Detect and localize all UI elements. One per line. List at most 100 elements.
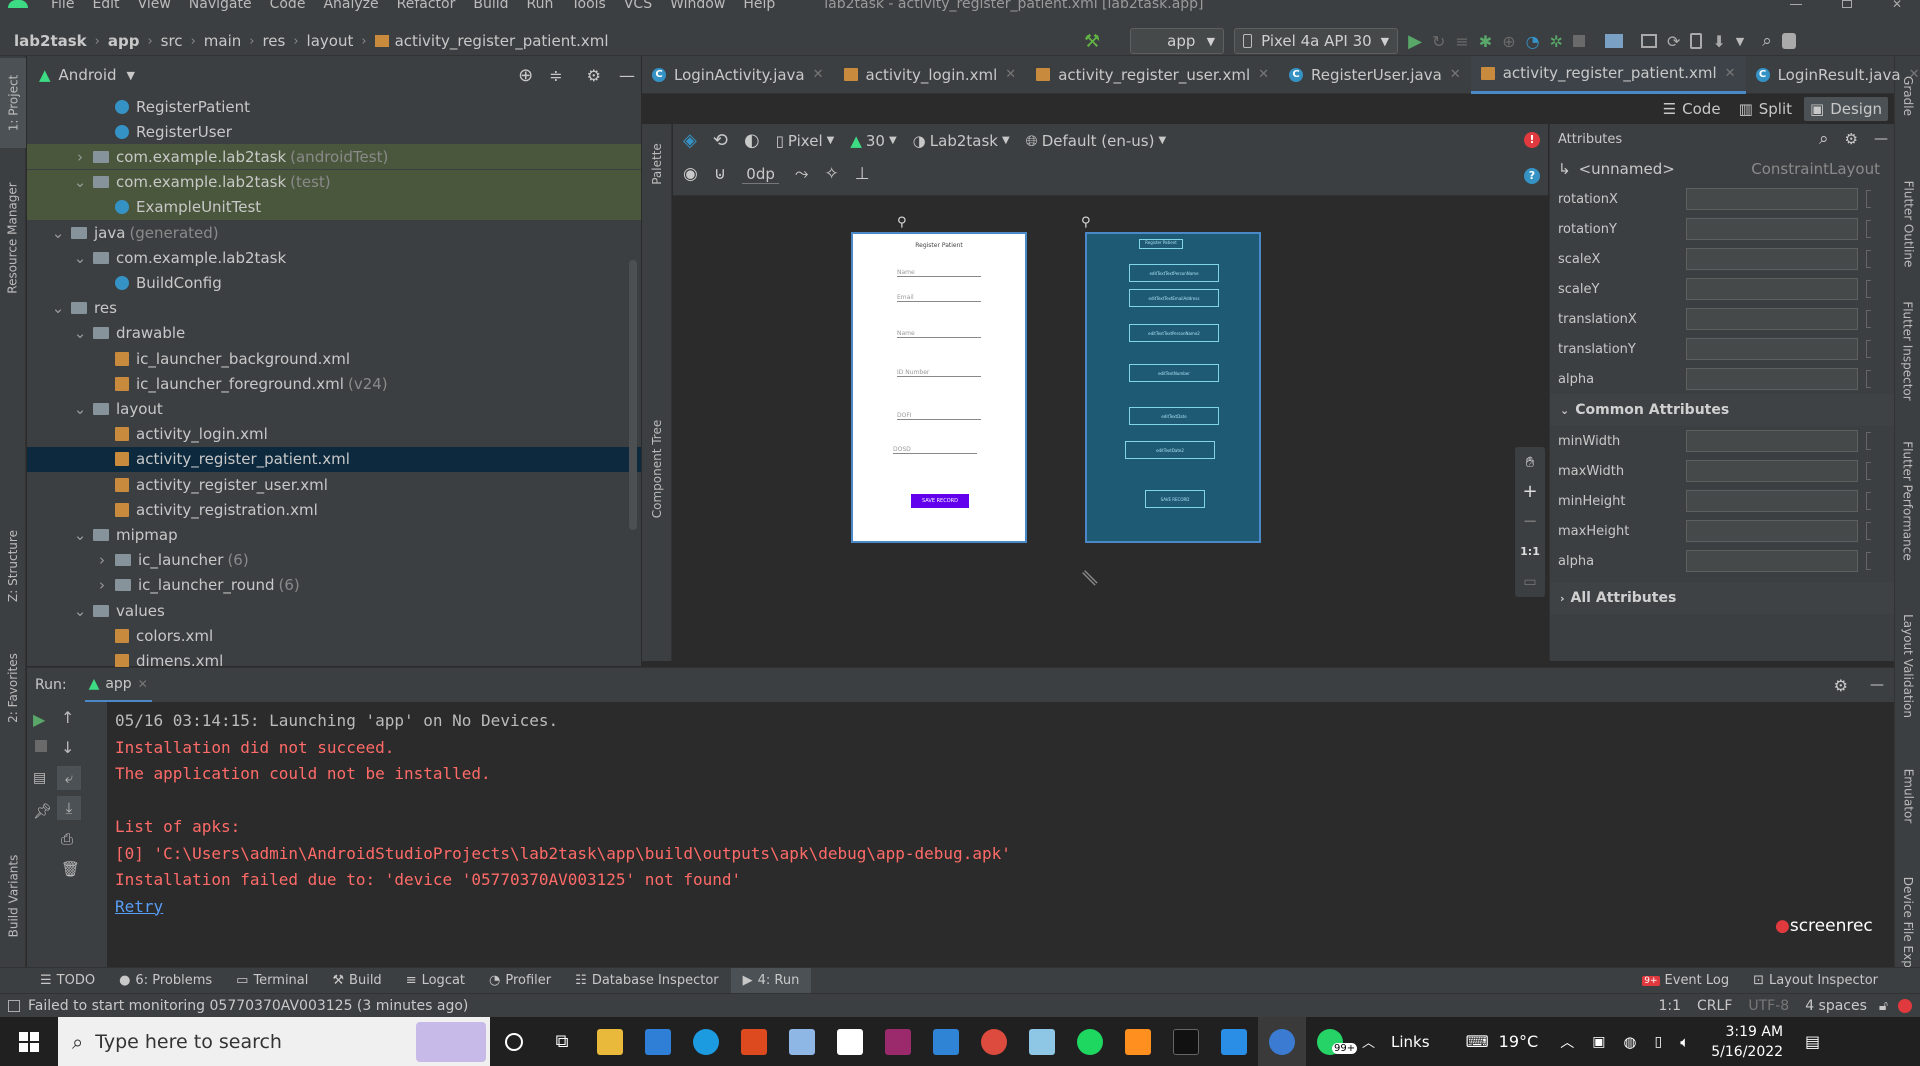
- error-indicator-icon[interactable]: [1898, 998, 1912, 1013]
- volume-icon[interactable]: 🔈︎: [1680, 1033, 1689, 1051]
- attribute-value-field[interactable]: [1686, 218, 1858, 240]
- emulator-tool-tab[interactable]: Emulator: [1895, 746, 1920, 846]
- magic-wand-icon[interactable]: ✧: [825, 164, 839, 184]
- caret-position[interactable]: 1:1: [1658, 998, 1681, 1014]
- tree-item[interactable]: › ic_launcher (6): [27, 548, 641, 573]
- device-select[interactable]: Pixel 4a API 30 ▼: [1234, 28, 1399, 54]
- debug-bug-icon[interactable]: ✱: [1479, 32, 1492, 51]
- api-level-select[interactable]: ▲ 30 ▼: [850, 132, 896, 150]
- attribute-value-field[interactable]: [1686, 338, 1858, 360]
- split-mode-button[interactable]: ▥ Split: [1733, 97, 1798, 121]
- attribute-value-field[interactable]: [1686, 248, 1858, 270]
- tree-item[interactable]: ExampleUnitTest: [27, 194, 641, 220]
- editor-tab[interactable]: C LoginActivity.java ✕: [642, 56, 834, 94]
- menu-code[interactable]: Code: [261, 0, 315, 11]
- sdk-manager-icon[interactable]: ⬇: [1712, 32, 1725, 51]
- line-separator[interactable]: CRLF: [1697, 998, 1732, 1014]
- indent-setting[interactable]: 4 spaces: [1805, 998, 1867, 1014]
- device-preview-select[interactable]: ▯ Pixel ▼: [776, 132, 835, 150]
- tree-item[interactable]: ⌄ com.example.lab2task (test): [27, 169, 641, 195]
- zoom-out-icon[interactable]: −: [1515, 507, 1545, 537]
- globe-icon[interactable]: ◍: [1623, 1033, 1636, 1051]
- breadcrumb-main[interactable]: main: [204, 32, 241, 50]
- terminal-tab[interactable]: ▭ Terminal: [224, 973, 320, 988]
- soft-wrap-icon[interactable]: ⤶: [57, 766, 81, 790]
- account-icon[interactable]: [1781, 33, 1796, 49]
- avd-manager-icon[interactable]: [1690, 33, 1703, 49]
- file-encoding[interactable]: UTF-8: [1748, 998, 1789, 1014]
- collapse-all-icon[interactable]: ≑: [549, 66, 562, 85]
- terminal-app-icon[interactable]: [1162, 1017, 1210, 1066]
- resource-picker-icon[interactable]: [1866, 432, 1871, 450]
- office-icon[interactable]: [730, 1017, 778, 1066]
- resource-manager-tool-tab[interactable]: Resource Manager: [0, 168, 26, 308]
- resize-handle-icon[interactable]: ∥: [1079, 567, 1100, 588]
- resource-picker-icon[interactable]: [1866, 280, 1871, 298]
- chevron-right-icon[interactable]: ›: [73, 148, 87, 166]
- zoom-in-icon[interactable]: +: [1515, 477, 1545, 507]
- sublime-icon[interactable]: [1114, 1017, 1162, 1066]
- breadcrumb-src[interactable]: src: [161, 32, 183, 50]
- chevron-down-icon[interactable]: ⌄: [73, 602, 87, 620]
- zoom-actual-size-button[interactable]: 1:1: [1515, 537, 1545, 567]
- debug-attach-icon[interactable]: ✲: [1550, 32, 1563, 51]
- tree-item[interactable]: RegisterPatient: [27, 94, 641, 119]
- print-icon[interactable]: ⎙: [61, 830, 73, 848]
- hide-panel-icon[interactable]: —: [1870, 677, 1884, 693]
- close-icon[interactable]: ✕: [138, 677, 148, 691]
- error-badge-icon[interactable]: !: [1524, 132, 1540, 148]
- project-tool-tab[interactable]: 1: Project: [0, 58, 26, 148]
- tree-item[interactable]: colors.xml: [27, 623, 641, 648]
- close-icon[interactable]: ✕: [1909, 67, 1920, 82]
- rerun-play-icon[interactable]: ▶: [33, 710, 45, 729]
- file-explorer-icon[interactable]: [586, 1017, 634, 1066]
- status-message[interactable]: Failed to start monitoring 05770370AV003…: [28, 998, 468, 1014]
- device-manager-icon[interactable]: [1604, 34, 1623, 48]
- attribute-value-field[interactable]: [1686, 550, 1858, 572]
- run-tab[interactable]: ▶ 4: Run: [730, 968, 812, 993]
- guidelines-icon[interactable]: ⊥: [855, 164, 870, 184]
- build-tab[interactable]: ⚒ Build: [320, 973, 393, 988]
- task-view-icon[interactable]: ⧉: [538, 1017, 586, 1066]
- clock[interactable]: 3:19 AM 5/16/2022: [1711, 1022, 1783, 1062]
- lock-icon[interactable]: 🔓︎: [1879, 998, 1888, 1014]
- tree-item[interactable]: activity_registration.xml: [27, 497, 641, 522]
- vscode-icon[interactable]: [1210, 1017, 1258, 1066]
- design-mode-button[interactable]: ▣ Design: [1804, 97, 1888, 121]
- tree-item[interactable]: › com.example.lab2task (androidTest): [27, 144, 641, 170]
- apply-changes-icon[interactable]: ≡: [1455, 32, 1468, 51]
- scroll-to-end-icon[interactable]: ⤓: [57, 796, 81, 820]
- taskbar-search[interactable]: ⌕ Type here to search: [58, 1017, 490, 1066]
- menu-navigate[interactable]: Navigate: [180, 0, 261, 11]
- battery-icon[interactable]: ▯: [1655, 1034, 1663, 1050]
- attribute-value-field[interactable]: [1686, 460, 1858, 482]
- breadcrumb-res[interactable]: res: [262, 32, 285, 50]
- resource-picker-icon[interactable]: [1866, 370, 1871, 388]
- favorites-tool-tab[interactable]: 2: Favorites: [0, 628, 26, 748]
- tree-item[interactable]: ⌄ mipmap: [27, 522, 641, 547]
- stop-icon[interactable]: [35, 740, 47, 752]
- attribute-value-field[interactable]: [1686, 490, 1858, 512]
- attribute-value-field[interactable]: [1686, 188, 1858, 210]
- editor-tab[interactable]: activity_login.xml ✕: [834, 56, 1027, 94]
- rerun-icon[interactable]: ↻: [1432, 32, 1445, 51]
- pin-tab-icon[interactable]: 📌︎: [33, 802, 52, 820]
- gear-icon[interactable]: ⚙: [1834, 676, 1848, 695]
- resource-picker-icon[interactable]: [1866, 552, 1871, 570]
- store-icon[interactable]: [826, 1017, 874, 1066]
- project-scrollbar[interactable]: [629, 260, 637, 530]
- event-log-tab[interactable]: 9+ Event Log: [1630, 973, 1741, 988]
- minimize-window-icon[interactable]: [1789, 3, 1802, 5]
- menu-run[interactable]: Run: [518, 0, 563, 11]
- editor-tab[interactable]: activity_register_user.xml ✕: [1026, 56, 1279, 94]
- layout-validation-tool-tab[interactable]: Layout Validation: [1895, 596, 1920, 736]
- resource-picker-icon[interactable]: [1866, 250, 1871, 268]
- chevron-down-icon[interactable]: ⌄: [73, 400, 87, 418]
- chevron-right-icon[interactable]: ›: [95, 551, 109, 569]
- phone-preview[interactable]: Register Patient Name Email Name ID Numb…: [851, 232, 1027, 543]
- chevron-right-icon[interactable]: ›: [95, 576, 109, 594]
- trash-icon[interactable]: 🗑︎: [61, 860, 80, 878]
- breadcrumb-file[interactable]: activity_register_patient.xml: [395, 32, 609, 50]
- notifications-icon[interactable]: ▤: [1805, 1032, 1820, 1051]
- tree-item[interactable]: ic_launcher_background.xml: [27, 346, 641, 371]
